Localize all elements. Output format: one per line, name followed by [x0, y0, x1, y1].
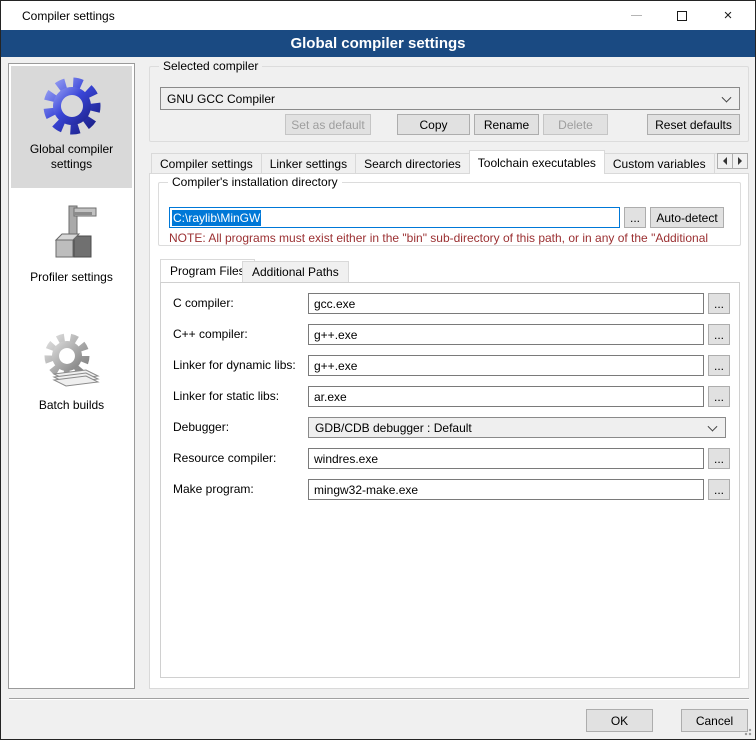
gray-gear-stack-icon	[11, 328, 132, 396]
installation-directory-group: Compiler's installation directory C:\ray…	[158, 182, 741, 246]
tab-toolchain-executables[interactable]: Toolchain executables	[469, 150, 605, 174]
dynamic-linker-value: g++.exe	[314, 359, 357, 373]
c-compiler-value: gcc.exe	[314, 297, 355, 311]
dynamic-linker-input[interactable]: g++.exe	[308, 355, 704, 376]
cpp-compiler-value: g++.exe	[314, 328, 357, 342]
dynamic-linker-label: Linker for dynamic libs:	[173, 358, 296, 372]
debugger-value: GDB/CDB debugger : Default	[315, 421, 472, 435]
make-program-browse-button[interactable]: ...	[708, 479, 730, 500]
chevron-down-icon	[722, 92, 732, 102]
banner-title: Global compiler settings	[290, 35, 465, 52]
triangle-right-icon	[738, 157, 746, 165]
maximize-icon	[677, 11, 687, 21]
compiler-select[interactable]: GNU GCC Compiler	[160, 87, 740, 110]
debugger-select[interactable]: GDB/CDB debugger : Default	[308, 417, 726, 438]
tab-custom-variables[interactable]: Custom variables	[604, 153, 715, 174]
minimize-icon	[631, 15, 642, 16]
compiler-select-value: GNU GCC Compiler	[167, 92, 275, 106]
static-linker-label: Linker for static libs:	[173, 389, 279, 403]
cpp-compiler-browse-button[interactable]: ...	[708, 324, 730, 345]
resource-compiler-label: Resource compiler:	[173, 451, 276, 465]
resource-compiler-value: windres.exe	[314, 452, 378, 466]
selected-compiler-group: Selected compiler GNU GCC Compiler Set a…	[149, 66, 749, 142]
debugger-label: Debugger:	[173, 420, 229, 434]
installation-directory-input[interactable]: C:\raylib\MinGW	[169, 207, 620, 228]
field-row-debugger: Debugger: GDB/CDB debugger : Default	[161, 417, 739, 438]
subtab-program-files[interactable]: Program Files	[160, 259, 255, 282]
sidebar-item-global-compiler-settings[interactable]: Global compiler settings	[11, 66, 132, 188]
titlebar[interactable]: Compiler settings ×	[1, 1, 755, 30]
field-row-dynamic-linker: Linker for dynamic libs: g++.exe ...	[161, 355, 739, 376]
field-row-static-linker: Linker for static libs: ar.exe ...	[161, 386, 739, 407]
reset-defaults-button[interactable]: Reset defaults	[647, 114, 740, 135]
resource-compiler-input[interactable]: windres.exe	[308, 448, 704, 469]
browse-directory-button[interactable]: ...	[624, 207, 646, 228]
compiler-settings-dialog: Compiler settings × Global compiler sett…	[0, 0, 756, 740]
set-as-default-button[interactable]: Set as default	[285, 114, 371, 135]
blue-gear-icon	[11, 72, 132, 140]
program-files-page: C compiler: gcc.exe ... C++ compiler: g+…	[160, 282, 740, 678]
static-linker-value: ar.exe	[314, 390, 347, 404]
main-tabstrip: Compiler settings Linker settings Search…	[151, 150, 717, 174]
footer-separator	[9, 698, 749, 700]
cpp-compiler-label: C++ compiler:	[173, 327, 248, 341]
window-title: Compiler settings	[22, 9, 115, 23]
sidebar-item-batch-builds[interactable]: Batch builds	[11, 322, 132, 426]
tab-scroll-left-button[interactable]	[717, 153, 733, 169]
chevron-down-icon	[708, 421, 718, 431]
rename-button[interactable]: Rename	[474, 114, 539, 135]
static-linker-browse-button[interactable]: ...	[708, 386, 730, 407]
make-program-value: mingw32-make.exe	[314, 483, 418, 497]
triangle-left-icon	[719, 157, 727, 165]
tab-linker-settings[interactable]: Linker settings	[261, 153, 356, 174]
minimize-button[interactable]	[613, 1, 659, 30]
resize-grip[interactable]	[742, 726, 752, 736]
installation-note: NOTE: All programs must exist either in …	[169, 231, 755, 245]
subtab-additional-paths[interactable]: Additional Paths	[242, 261, 349, 282]
sidebar-item-label: Global compiler settings	[11, 140, 132, 180]
maximize-button[interactable]	[659, 1, 705, 30]
make-program-label: Make program:	[173, 482, 254, 496]
c-compiler-input[interactable]: gcc.exe	[308, 293, 704, 314]
sidebar-item-label: Batch builds	[11, 396, 132, 421]
auto-detect-button[interactable]: Auto-detect	[650, 207, 724, 228]
copy-button[interactable]: Copy	[397, 114, 470, 135]
dialog-banner: Global compiler settings	[1, 30, 755, 57]
tab-compiler-settings[interactable]: Compiler settings	[151, 153, 262, 174]
field-row-c-compiler: C compiler: gcc.exe ...	[161, 293, 739, 314]
selected-path-text: C:\raylib\MinGW	[172, 210, 261, 226]
delete-button[interactable]: Delete	[543, 114, 608, 135]
c-compiler-label: C compiler:	[173, 296, 234, 310]
caliper-icon	[11, 200, 132, 268]
resource-compiler-browse-button[interactable]: ...	[708, 448, 730, 469]
c-compiler-browse-button[interactable]: ...	[708, 293, 730, 314]
close-button[interactable]: ×	[705, 1, 751, 30]
make-program-input[interactable]: mingw32-make.exe	[308, 479, 704, 500]
dynamic-linker-browse-button[interactable]: ...	[708, 355, 730, 376]
field-row-make-program: Make program: mingw32-make.exe ...	[161, 479, 739, 500]
tab-search-directories[interactable]: Search directories	[355, 153, 470, 174]
settings-category-list: Global compiler settings Profiler settin…	[8, 63, 135, 689]
installation-directory-group-label: Compiler's installation directory	[168, 175, 342, 189]
ok-button[interactable]: OK	[586, 709, 653, 732]
cancel-button[interactable]: Cancel	[681, 709, 748, 732]
selected-compiler-group-label: Selected compiler	[159, 59, 262, 73]
field-row-resource-compiler: Resource compiler: windres.exe ...	[161, 448, 739, 469]
tab-scroll-right-button[interactable]	[732, 153, 748, 169]
sidebar-item-label: Profiler settings	[11, 268, 132, 293]
field-row-cpp-compiler: C++ compiler: g++.exe ...	[161, 324, 739, 345]
static-linker-input[interactable]: ar.exe	[308, 386, 704, 407]
toolchain-executables-panel: Compiler's installation directory C:\ray…	[149, 173, 749, 689]
close-icon: ×	[724, 8, 733, 23]
cpp-compiler-input[interactable]: g++.exe	[308, 324, 704, 345]
sidebar-item-profiler-settings[interactable]: Profiler settings	[11, 194, 132, 298]
